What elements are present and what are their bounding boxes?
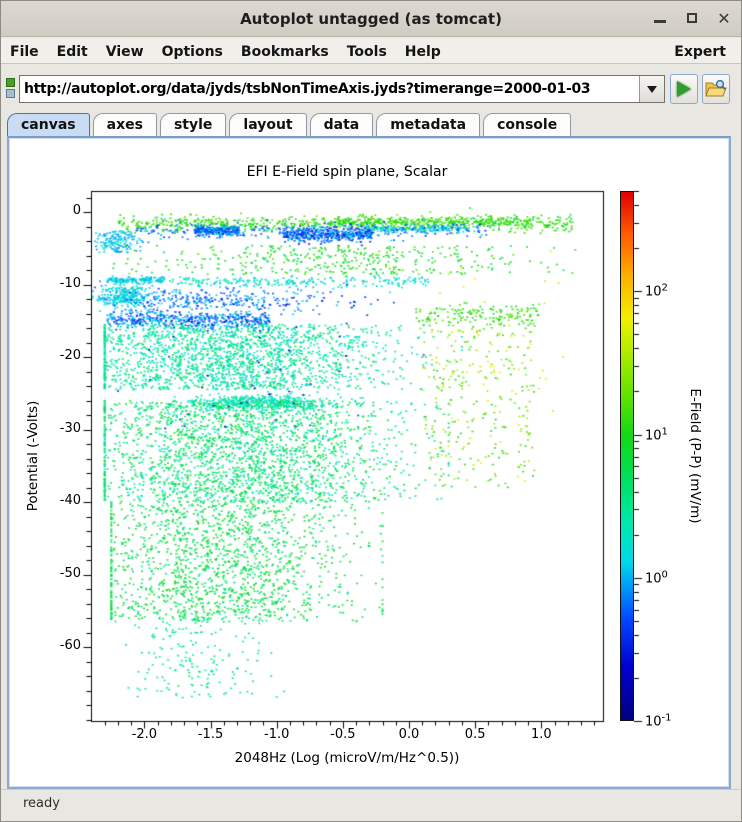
colorbar-tick-label: 101 bbox=[645, 425, 668, 444]
x-axis-label: 2048Hz (Log (microV/m/Hz^0.5)) bbox=[234, 750, 460, 766]
close-button[interactable]: ✕ bbox=[709, 1, 739, 37]
go-button[interactable] bbox=[670, 74, 698, 104]
url-combobox bbox=[19, 75, 665, 103]
menubar: File Edit View Options Bookmarks Tools Help Ex… bbox=[1, 38, 741, 64]
colorbar-tick-label: 100 bbox=[645, 569, 668, 587]
canvas-panel: EFI E-Field spin plane, Scalar Potential… bbox=[7, 136, 731, 789]
colorbar-tick-label: 10-1 bbox=[645, 712, 672, 730]
datasource-indicator-icon bbox=[6, 78, 16, 100]
menu-item-view[interactable]: View bbox=[97, 38, 153, 63]
tab-data[interactable]: data bbox=[309, 113, 374, 136]
inspect-button[interactable] bbox=[702, 74, 730, 104]
minimize-icon bbox=[654, 20, 666, 23]
menu-item-options[interactable]: Options bbox=[153, 38, 232, 63]
x-tick-label: -1.0 bbox=[264, 727, 290, 742]
datasource-blue-square-icon bbox=[6, 89, 15, 98]
menu-item-edit[interactable]: Edit bbox=[48, 38, 97, 63]
maximize-icon bbox=[687, 13, 697, 23]
tab-console[interactable]: console bbox=[483, 113, 572, 136]
chevron-down-icon bbox=[647, 86, 657, 93]
maximize-button[interactable] bbox=[677, 1, 707, 37]
titlebar: Autoplot untagged (as tomcat) ✕ bbox=[1, 1, 741, 37]
minimize-button[interactable] bbox=[645, 1, 675, 37]
x-tick-label: -2.0 bbox=[131, 727, 158, 742]
toolbar bbox=[1, 65, 741, 113]
menubar-items: File Edit View Options Bookmarks Tools Help bbox=[1, 41, 450, 60]
y-tick-label: 0 bbox=[72, 203, 81, 218]
menu-item-file[interactable]: File bbox=[1, 38, 48, 63]
y-tick-label: -30 bbox=[59, 420, 81, 436]
y-tick-label: -20 bbox=[59, 348, 81, 363]
y-tick-label: -50 bbox=[59, 565, 81, 581]
x-tick-label: -1.5 bbox=[197, 727, 224, 742]
x-tick-label: 0.5 bbox=[464, 727, 486, 742]
menu-item-help[interactable]: Help bbox=[396, 38, 450, 63]
plot-title: EFI E-Field spin plane, Scalar bbox=[246, 164, 448, 180]
autoplot-window: Autoplot untagged (as tomcat) ✕ File Edit… bbox=[0, 0, 742, 822]
datasource-green-square-icon bbox=[6, 78, 15, 87]
tab-layout[interactable]: layout bbox=[229, 113, 307, 136]
menu-item-tools[interactable]: Tools bbox=[338, 38, 396, 63]
tab-axes[interactable]: axes bbox=[92, 113, 157, 136]
statusbar: ready bbox=[1, 789, 741, 821]
tab-metadata[interactable]: metadata bbox=[376, 113, 481, 136]
expert-menu[interactable]: Expert bbox=[665, 38, 735, 63]
status-text: ready bbox=[23, 796, 60, 811]
colorbar-axis-label: E-Field (P-P) (mV/m) bbox=[687, 388, 703, 524]
x-tick-label: 1.0 bbox=[530, 727, 552, 742]
window-title: Autoplot untagged (as tomcat) bbox=[240, 10, 502, 28]
url-dropdown-button[interactable] bbox=[639, 76, 664, 102]
tab-canvas[interactable]: canvas bbox=[7, 113, 90, 136]
x-tick-label: 0.0 bbox=[398, 727, 420, 742]
y-tick-label: -10 bbox=[59, 275, 81, 291]
folder-search-icon bbox=[705, 79, 727, 97]
menu-item-bookmarks[interactable]: Bookmarks bbox=[232, 38, 338, 63]
tab-style[interactable]: style bbox=[159, 113, 227, 136]
close-icon: ✕ bbox=[717, 9, 731, 28]
tabstrip: canvas axes style layout data metadata console bbox=[7, 113, 735, 136]
y-tick-label: -40 bbox=[59, 493, 81, 508]
url-input[interactable] bbox=[20, 76, 639, 102]
play-icon bbox=[677, 81, 691, 97]
x-tick-label: -0.5 bbox=[330, 727, 356, 742]
colorbar-tick-label: 102 bbox=[645, 282, 668, 300]
y-tick-label: -60 bbox=[59, 638, 81, 653]
colorbar[interactable] bbox=[620, 191, 634, 721]
